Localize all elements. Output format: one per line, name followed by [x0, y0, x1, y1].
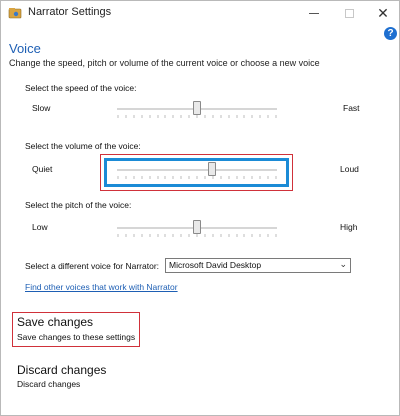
slider-thumb[interactable]: [193, 101, 201, 115]
minimize-icon: [309, 12, 319, 14]
title-bar: Narrator Settings ✕: [1, 1, 399, 25]
pitch-min-label: Low: [32, 222, 48, 232]
slider-track: [117, 169, 277, 171]
window-title: Narrator Settings: [28, 6, 112, 18]
discard-changes-description: Discard changes: [17, 379, 81, 389]
maximize-button[interactable]: [333, 1, 365, 25]
speed-label: Select the speed of the voice:: [25, 83, 137, 93]
discard-changes-title: Discard changes: [17, 363, 107, 377]
slider-thumb[interactable]: [193, 220, 201, 234]
maximize-icon: [344, 8, 354, 18]
volume-min-label: Quiet: [32, 164, 53, 174]
save-changes-title: Save changes: [17, 315, 94, 329]
volume-max-label: Loud: [340, 164, 359, 174]
chevron-down-icon: ⌄: [339, 259, 347, 269]
narrator-settings-window: Narrator Settings ✕ ? Voice Change the s…: [0, 0, 400, 416]
minimize-button[interactable]: [298, 1, 330, 25]
volume-slider[interactable]: [117, 160, 277, 180]
speed-max-label: Fast: [343, 103, 360, 113]
pitch-slider[interactable]: [117, 218, 277, 238]
help-icon[interactable]: ?: [384, 27, 397, 40]
slider-ticks: [117, 234, 277, 237]
voice-dropdown-value: Microsoft David Desktop: [169, 260, 262, 270]
close-button[interactable]: ✕: [367, 1, 399, 25]
page-subtitle: Change the speed, pitch or volume of the…: [9, 58, 320, 68]
app-icon: [8, 6, 22, 20]
save-changes-description: Save changes to these settings: [17, 332, 136, 342]
voice-select-label: Select a different voice for Narrator:: [25, 261, 160, 271]
slider-ticks: [117, 176, 277, 179]
voice-dropdown[interactable]: Microsoft David Desktop ⌄: [165, 258, 351, 273]
speed-min-label: Slow: [32, 103, 51, 113]
pitch-max-label: High: [340, 222, 358, 232]
slider-thumb[interactable]: [208, 162, 217, 176]
pitch-label: Select the pitch of the voice:: [25, 200, 132, 210]
find-other-voices-link[interactable]: Find other voices that work with Narrato…: [25, 282, 178, 292]
close-icon: ✕: [377, 4, 389, 21]
page-title: Voice: [9, 41, 41, 56]
speed-slider[interactable]: [117, 99, 277, 119]
slider-ticks: [117, 115, 277, 118]
volume-label: Select the volume of the voice:: [25, 141, 141, 151]
